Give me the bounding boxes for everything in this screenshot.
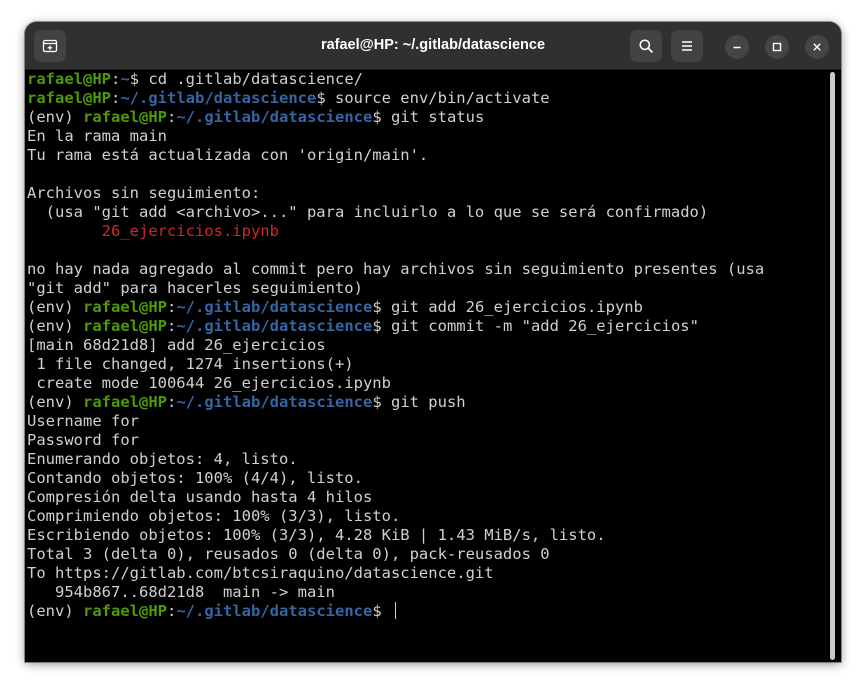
untracked-file-name: 26_ejercicios.ipynb [27,222,279,240]
untracked-file-line: 26_ejercicios.ipynb [27,222,827,241]
command-text: source env/bin/activate [334,89,550,107]
menu-button[interactable] [671,30,703,62]
venv-indicator: (env) [27,602,83,620]
output-line: no hay nada agregado al commit pero hay … [27,260,765,278]
search-icon [639,39,653,53]
prompt-symbol: $ [372,602,391,620]
maximize-button[interactable] [765,35,789,59]
venv-indicator: (env) [27,317,83,335]
prompt-user-host: rafael@HP [83,393,167,411]
minimize-button[interactable] [725,35,749,59]
output-line: En la rama main [27,127,167,145]
prompt-line: (env) rafael@HP:~/.gitlab/datascience$ g… [27,393,827,412]
window-title: rafael@HP: ~/.gitlab/datascience [320,37,546,53]
prompt-colon: : [167,298,177,316]
output-line: Archivos sin seguimiento: [27,184,261,202]
output-line: Compresión delta usando hasta 4 hilos [27,488,373,506]
prompt-symbol: $ [372,317,391,335]
close-button[interactable] [805,35,829,59]
search-button[interactable] [630,30,662,62]
prompt-path: ~/.gitlab/datascience [176,108,373,126]
prompt-path: ~/.gitlab/datascience [176,602,373,620]
command-text: cd .gitlab/datascience/ [148,70,363,88]
prompt-symbol: $ [372,108,391,126]
prompt-user-host: rafael@HP [83,298,167,316]
prompt-path: ~/.gitlab/datascience [120,89,317,107]
output-line: 954b867..68d21d8 main -> main [27,583,335,601]
close-icon [813,43,821,51]
output-line: (usa "git add <archivo>..." para incluir… [27,203,709,221]
prompt-colon: : [167,317,177,335]
prompt-user-host: rafael@HP [27,70,111,88]
prompt-path: ~/.gitlab/datascience [176,317,373,335]
prompt-line: rafael@HP:~/.gitlab/datascience$ source … [27,89,827,108]
maximize-icon [772,42,782,52]
prompt-user-host: rafael@HP [27,89,111,107]
venv-indicator: (env) [27,393,83,411]
prompt-line: (env) rafael@HP:~/.gitlab/datascience$ g… [27,317,827,336]
prompt-line: rafael@HP:~$ cd .gitlab/datascience/ [27,70,827,89]
prompt-path: ~/.gitlab/datascience [176,393,373,411]
output-line: Username for [27,412,139,430]
output-line: Comprimiendo objetos: 100% (3/3), listo. [27,507,401,525]
prompt-user-host: rafael@HP [83,108,167,126]
prompt-path: ~/.gitlab/datascience [176,298,373,316]
output-line: [main 68d21d8] add 26_ejercicios [27,336,326,354]
title-bar[interactable]: rafael@HP: ~/.gitlab/datascience [25,22,841,70]
prompt-colon: : [167,108,177,126]
prompt-line: (env) rafael@HP:~/.gitlab/datascience$ [27,602,827,621]
output-line: Escribiendo objetos: 100% (3/3), 4.28 Ki… [27,526,606,544]
prompt-colon: : [111,89,121,107]
prompt-symbol: $ [129,70,149,88]
text-cursor [394,602,396,619]
hamburger-menu-icon [682,41,692,51]
command-text: git add 26_ejercicios.ipynb [390,298,643,316]
output-line: To https://gitlab.com/btcsiraquino/datas… [27,564,494,582]
prompt-line: (env) rafael@HP:~/.gitlab/datascience$ g… [27,108,827,127]
output-line: Password for [27,431,139,449]
output-line: Contando objetos: 100% (4/4), listo. [27,469,363,487]
terminal-output[interactable]: rafael@HP:~$ cd .gitlab/datascience/rafa… [27,70,827,660]
prompt-line: (env) rafael@HP:~/.gitlab/datascience$ g… [27,298,827,317]
output-line: Total 3 (delta 0), reusados 0 (delta 0),… [27,545,550,563]
prompt-colon: : [111,70,121,88]
command-text: git push [390,393,466,411]
output-line: "git add" para hacerles seguimiento) [27,279,363,297]
prompt-user-host: rafael@HP [83,317,167,335]
terminal-window: rafael@HP: ~/.gitlab/datascience rafael@… [25,22,841,662]
output-line: create mode 100644 26_ejercicios.ipynb [27,374,391,392]
prompt-colon: : [167,602,177,620]
prompt-symbol: $ [372,298,391,316]
prompt-path: ~ [120,70,130,88]
prompt-colon: : [167,393,177,411]
command-text: git commit -m "add 26_ejercicios" [390,317,699,335]
output-line: 1 file changed, 1274 insertions(+) [27,355,354,373]
scrollbar[interactable] [830,72,835,660]
venv-indicator: (env) [27,298,83,316]
output-line: Enumerando objetos: 4, listo. [27,450,298,468]
prompt-symbol: $ [372,393,391,411]
minimize-icon [733,46,741,49]
prompt-symbol: $ [316,89,335,107]
output-line: Tu rama está actualizada con 'origin/mai… [27,146,429,164]
prompt-user-host: rafael@HP [83,602,167,620]
venv-indicator: (env) [27,108,83,126]
command-text: git status [390,108,485,126]
